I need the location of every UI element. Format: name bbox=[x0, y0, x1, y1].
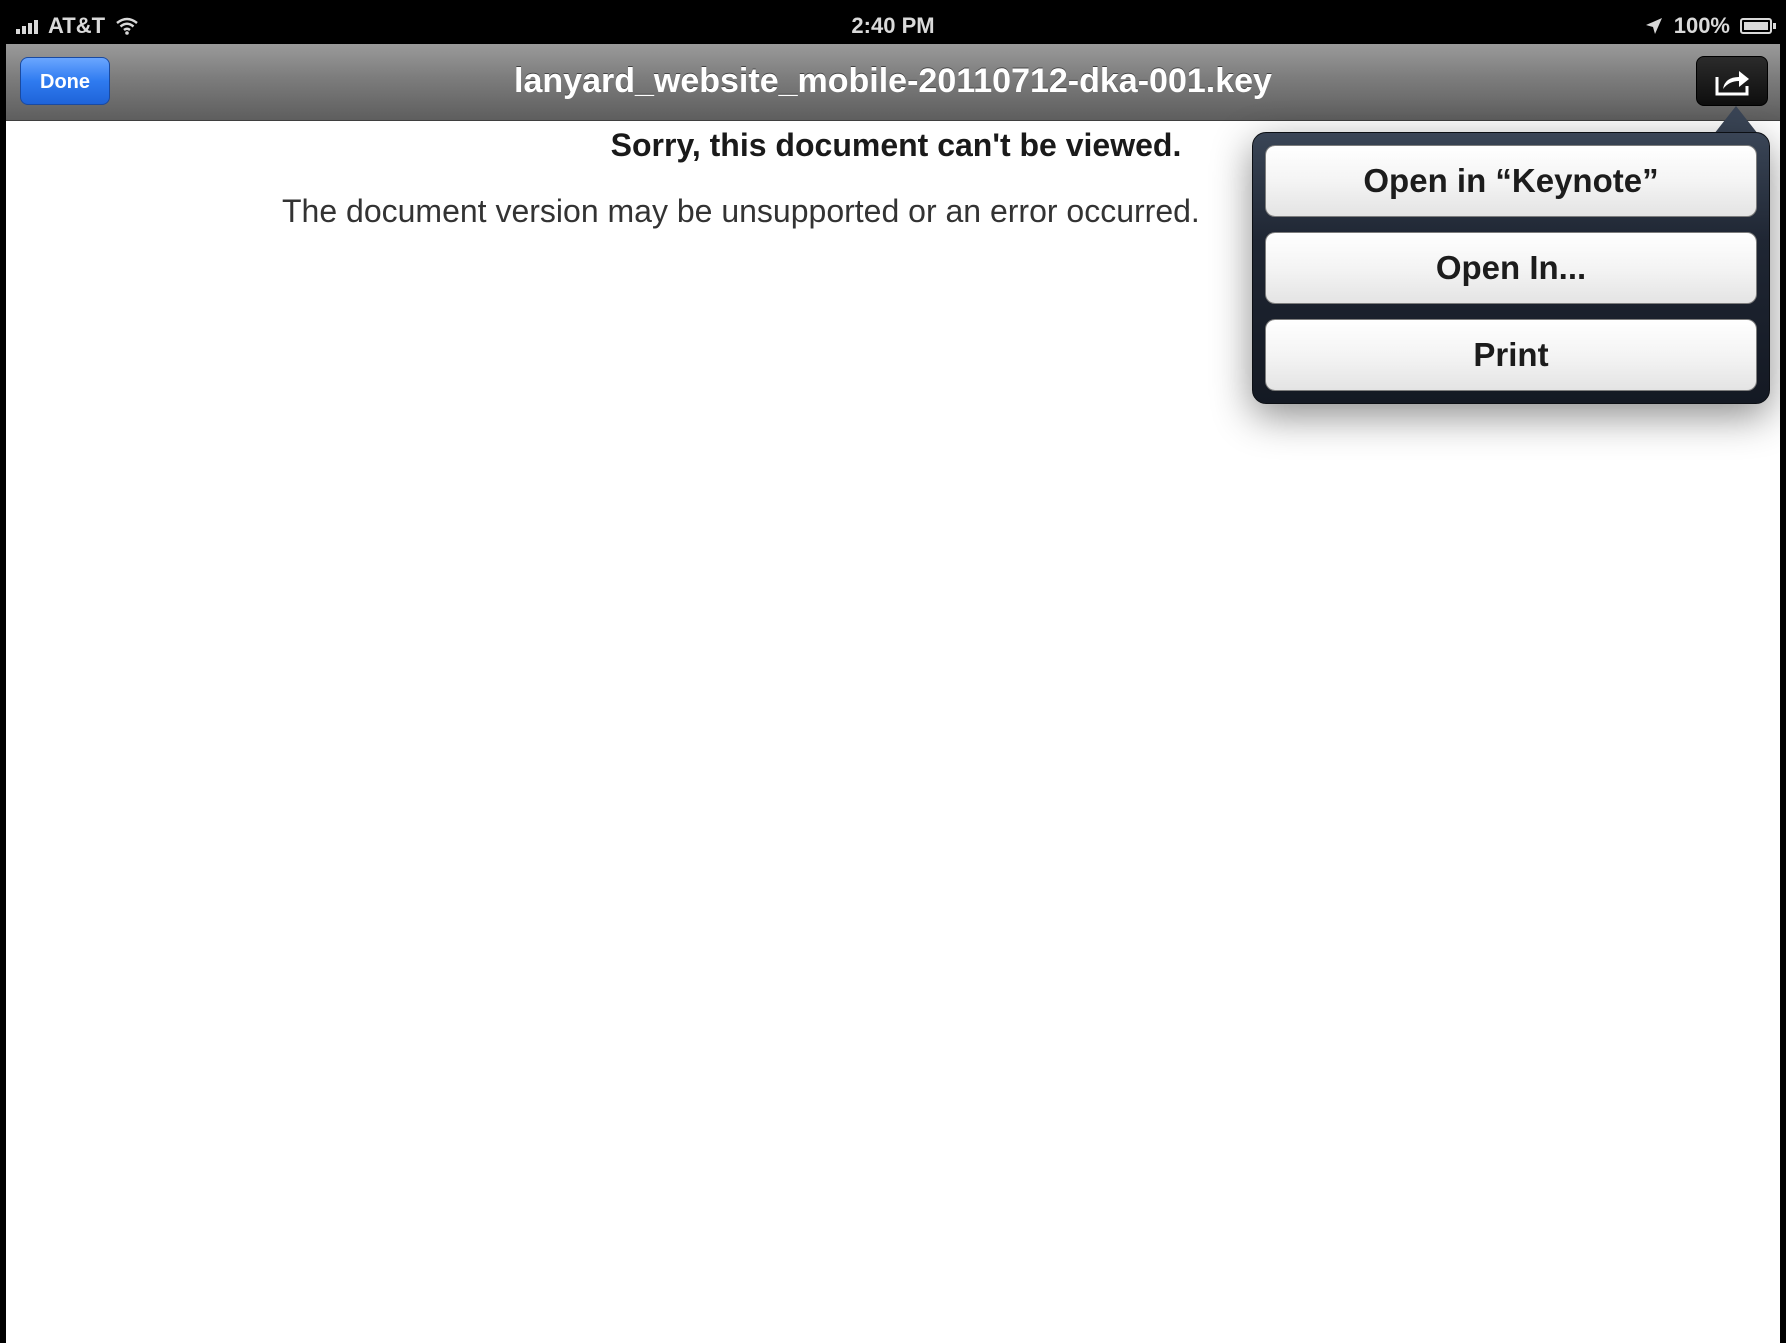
share-icon bbox=[1715, 71, 1749, 96]
popover-arrow bbox=[1714, 106, 1758, 134]
battery-percent: 100% bbox=[1673, 13, 1730, 38]
print-button[interactable]: Print bbox=[1265, 319, 1757, 391]
error-message: The document version may be unsupported … bbox=[282, 193, 1200, 229]
share-button[interactable] bbox=[1696, 56, 1768, 106]
navigation-bar: Done lanyard_website_mobile-20110712-dka… bbox=[6, 44, 1780, 121]
location-arrow-icon bbox=[1645, 18, 1662, 34]
ipad-screen: AT&T 2:40 PM 100% Done lanyard_website_m… bbox=[0, 0, 1786, 1343]
document-title: lanyard_website_mobile-20110712-dka-001.… bbox=[514, 62, 1272, 100]
open-in-button[interactable]: Open In... bbox=[1265, 232, 1757, 304]
status-bar: AT&T 2:40 PM 100% bbox=[6, 4, 1780, 44]
share-popover: Open in “Keynote” Open In... Print bbox=[1252, 132, 1770, 404]
open-in-keynote-button[interactable]: Open in “Keynote” bbox=[1265, 145, 1757, 217]
battery-full-icon bbox=[1740, 18, 1776, 34]
status-time: 2:40 PM bbox=[851, 13, 935, 38]
status-bar-right: 100% bbox=[1644, 13, 1776, 39]
done-button[interactable]: Done bbox=[20, 57, 110, 105]
